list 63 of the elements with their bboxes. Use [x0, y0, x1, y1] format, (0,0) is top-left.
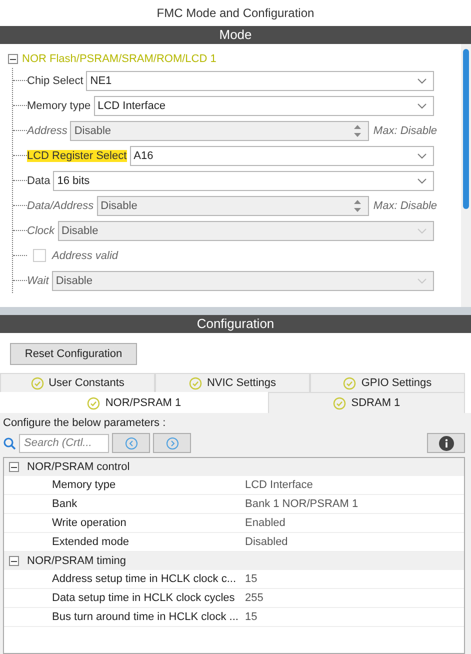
parameter-value[interactable]: LCD Interface [242, 479, 313, 491]
parameter-name: Bus turn around time in HCLK clock ... [51, 611, 238, 623]
max-label: Max: Disable [373, 124, 437, 136]
scrollbar-thumb[interactable] [463, 49, 469, 209]
tab[interactable]: NVIC Settings [155, 373, 310, 392]
collapse-icon[interactable] [9, 556, 19, 566]
reset-configuration-button[interactable]: Reset Configuration [10, 343, 137, 365]
collapse-icon[interactable] [9, 462, 19, 472]
info-button[interactable] [427, 433, 465, 453]
check-circle-icon [343, 376, 356, 390]
field-label: Data/Address [27, 200, 94, 212]
field-label: Address [27, 124, 68, 136]
field-label: Memory type [27, 100, 91, 112]
parameter-name: Memory type [51, 479, 117, 491]
field-label: LCD Register Select [27, 150, 127, 162]
parameter-value[interactable]: 15 [242, 611, 258, 623]
dropdown[interactable]: A16 [130, 146, 434, 166]
parameter-name: Bank [51, 498, 78, 510]
tab[interactable]: SDRAM 1 [268, 392, 465, 413]
search-icon [3, 436, 16, 450]
chevron-down-icon [417, 178, 427, 184]
collapse-icon[interactable] [8, 54, 18, 64]
section-header: Mode [0, 26, 471, 44]
parameter-name: Extended mode [51, 536, 130, 548]
chevron-down-icon [417, 228, 427, 234]
spinner-arrows-icon [353, 198, 362, 212]
next-button[interactable] [153, 433, 191, 453]
chevron-down-icon [417, 278, 427, 284]
field-label: Wait [27, 274, 49, 286]
chevron-down-icon [417, 152, 427, 158]
dropdown[interactable]: NE1 [86, 70, 434, 90]
dropdown[interactable]: 16 bits [53, 170, 434, 190]
tab[interactable]: GPIO Settings [310, 373, 465, 392]
group-label: NOR/PSRAM timing [27, 555, 126, 567]
check-circle-icon [333, 396, 346, 410]
instructions-text: Configure the below parameters : [3, 417, 167, 429]
window-title: FMC Mode and Configuration [156, 5, 316, 22]
parameter-value[interactable]: 15 [242, 573, 258, 585]
search-field[interactable]: Search (Crtl... [19, 434, 109, 452]
field-label: Data [27, 174, 50, 186]
chevron-down-icon [417, 78, 427, 84]
parameter-value[interactable]: Disabled [242, 536, 288, 548]
field-label: Chip Select [27, 74, 84, 86]
info-icon [438, 436, 454, 450]
dropdown[interactable]: LCD Interface [94, 96, 434, 116]
field-label: Clock [27, 224, 55, 236]
parameter-value[interactable]: Bank 1 NOR/PSRAM 1 [242, 498, 358, 510]
parameter-name: Write operation [51, 517, 128, 529]
chevron-down-icon [417, 102, 427, 108]
section-header: Configuration [0, 315, 471, 333]
parameter-name: Address setup time in HCLK clock c... [51, 573, 238, 585]
checkbox-label: Address valid [52, 250, 118, 262]
parameter-value[interactable]: 255 [242, 592, 264, 604]
parameter-name: Data setup time in HCLK clock cycles [51, 592, 236, 604]
parameter-value[interactable]: Enabled [242, 517, 286, 529]
max-label: Max: Disable [373, 200, 437, 212]
tab[interactable]: User Constants [0, 373, 155, 392]
check-circle-icon [30, 376, 44, 390]
check-circle-icon [188, 376, 202, 390]
previous-button[interactable] [112, 433, 150, 453]
spinner-arrows-icon [353, 124, 362, 138]
check-circle-icon [87, 396, 100, 410]
group-label: NOR/PSRAM control [27, 461, 130, 473]
